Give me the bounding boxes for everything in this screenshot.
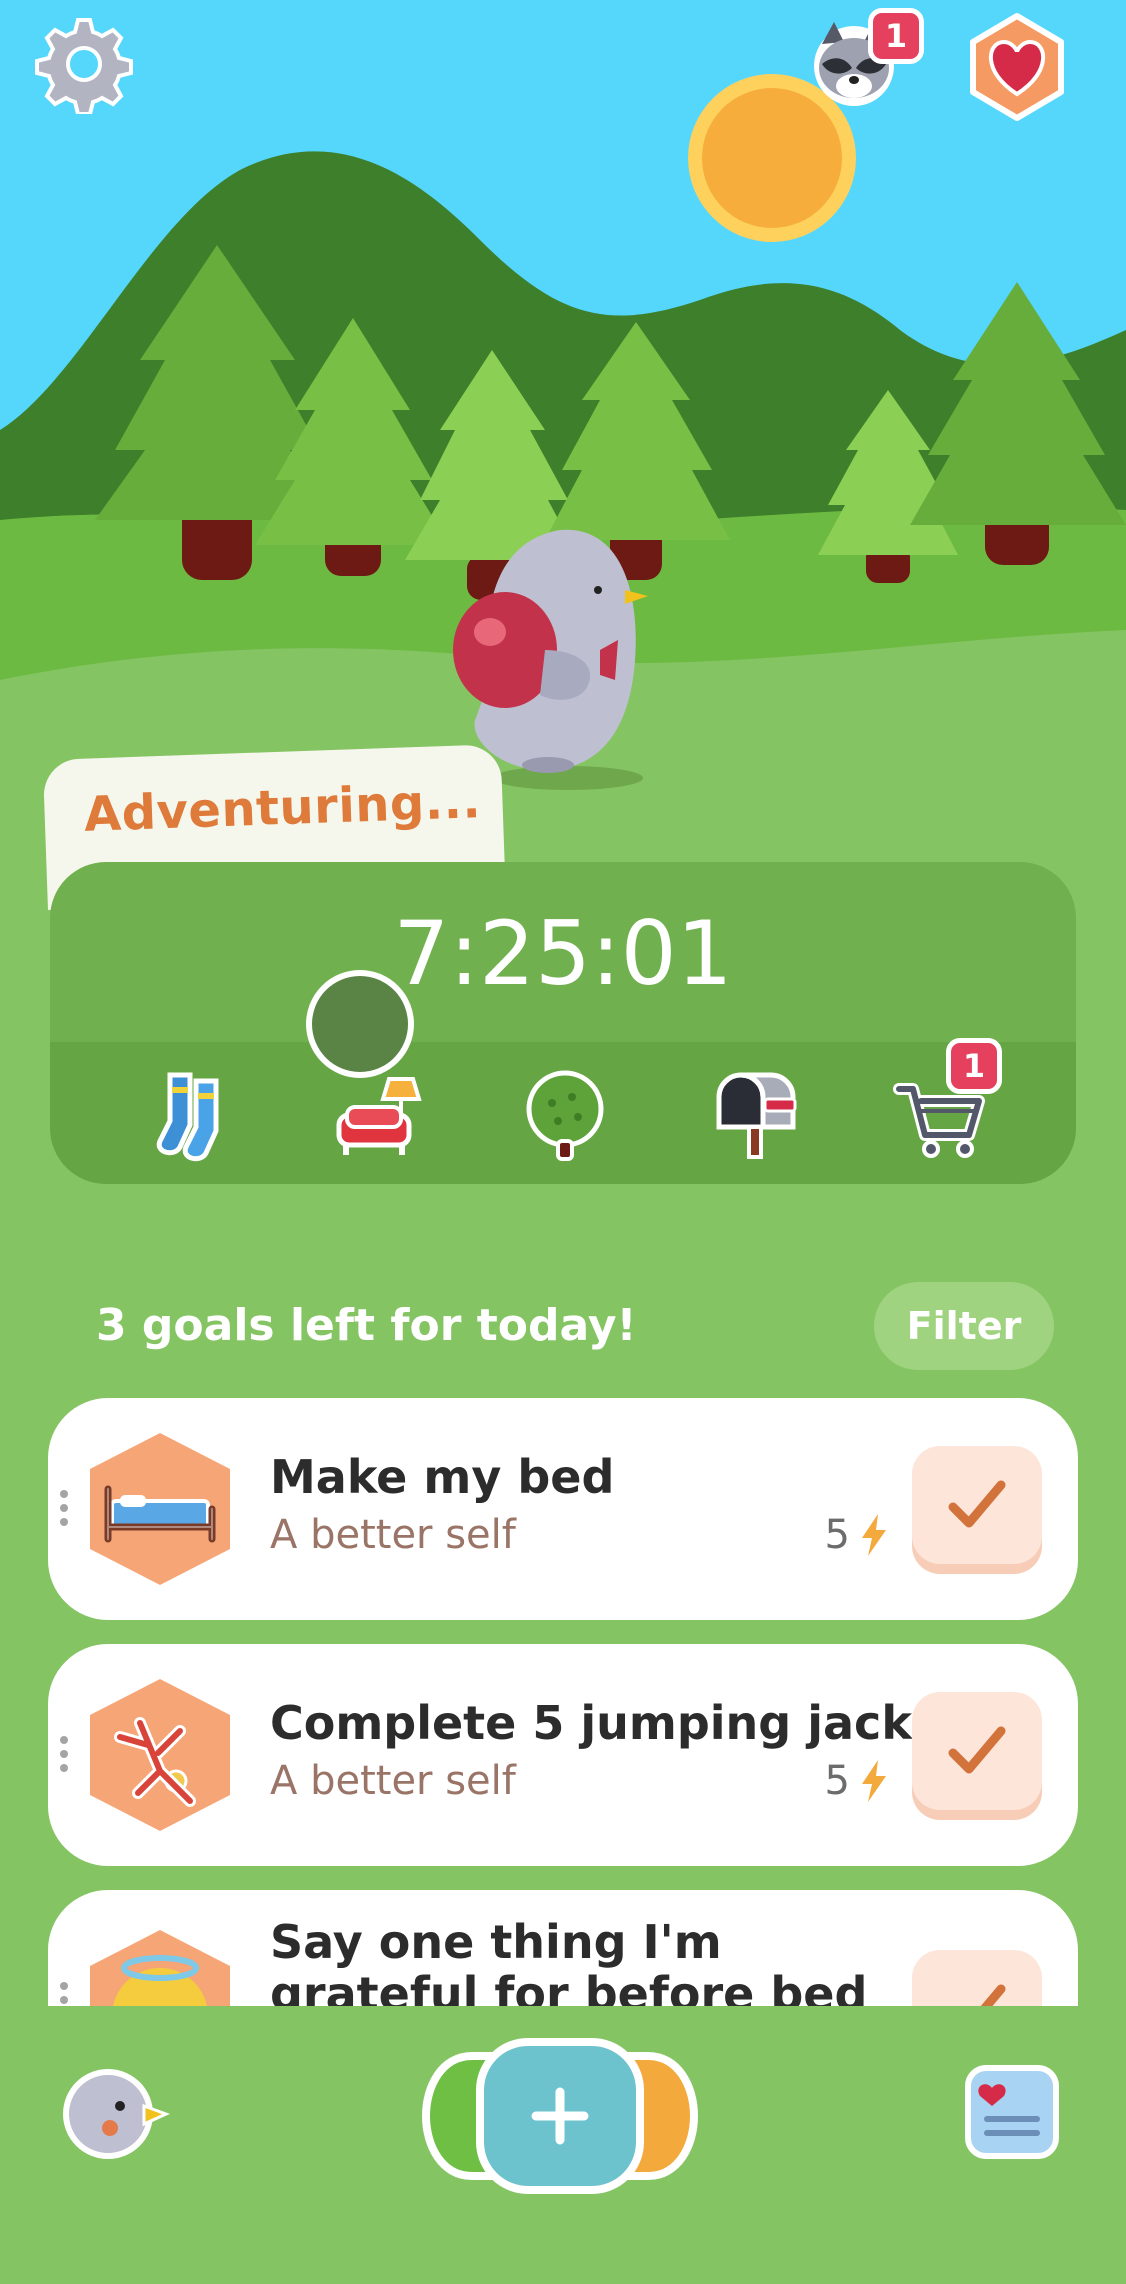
- add-goal-button-group[interactable]: [418, 2036, 702, 2196]
- goal-title: Complete 5 jumping jacks: [270, 1696, 940, 1750]
- goal-title: Say one thing I'm grateful for before be…: [270, 1915, 868, 2021]
- bed-icon: [90, 1433, 230, 1585]
- lightning-icon: [862, 1760, 886, 1802]
- goal-card[interactable]: Make my bed A better self 5: [48, 1398, 1078, 1620]
- gear-icon: [35, 18, 133, 116]
- plus-icon: [531, 2087, 589, 2145]
- goal-points: 5: [825, 1758, 888, 1804]
- goal-points-value: 5: [824, 1512, 850, 1558]
- socks-icon: [156, 1072, 219, 1162]
- couch-lamp-icon: [336, 1077, 422, 1155]
- stop-tree[interactable]: [510, 1062, 620, 1172]
- goal-category: A better self: [270, 1758, 516, 1804]
- mailbox-icon: [716, 1072, 797, 1159]
- stop-shop[interactable]: 1: [886, 1038, 1002, 1172]
- goal-title: Make my bed: [270, 1450, 615, 1504]
- complete-goal-button[interactable]: [912, 1446, 1042, 1564]
- drag-handle[interactable]: [60, 1490, 68, 1532]
- journal-icon: [965, 2065, 1059, 2159]
- heart-button[interactable]: [962, 12, 1072, 122]
- profile-button[interactable]: [60, 2066, 170, 2162]
- goals-remaining-heading: 3 goals left for today!: [96, 1300, 637, 1351]
- drag-handle[interactable]: [60, 1736, 68, 1778]
- goal-points: 5: [825, 1512, 888, 1558]
- adventure-panel: 7:25:01 1: [50, 862, 1076, 1184]
- complete-goal-button[interactable]: [912, 1692, 1042, 1810]
- shop-notification-badge: 1: [946, 1038, 1002, 1094]
- friend-raccoon-button[interactable]: 1: [804, 8, 924, 114]
- checkmark-icon: [948, 1726, 1006, 1774]
- pigeon-avatar-icon: [63, 2069, 170, 2159]
- jumping-jacks-icon: [90, 1679, 230, 1831]
- goal-category: A better self: [270, 1512, 516, 1558]
- lightning-icon: [862, 1514, 886, 1556]
- settings-button[interactable]: [34, 14, 134, 116]
- adventure-timer: 7:25:01: [393, 902, 733, 1005]
- stop-mailbox[interactable]: [700, 1062, 810, 1172]
- friend-notification-badge: 1: [868, 8, 924, 64]
- stop-couch[interactable]: [324, 1062, 434, 1172]
- checkmark-icon: [948, 1480, 1006, 1528]
- goal-points-value: 5: [824, 1758, 850, 1804]
- bottom-navigation: [0, 2006, 1126, 2284]
- heart-icon: [970, 13, 1064, 121]
- filter-button[interactable]: Filter: [874, 1282, 1054, 1370]
- goal-card[interactable]: Complete 5 jumping jacks A better self 5: [48, 1644, 1078, 1866]
- journal-button[interactable]: [962, 2062, 1062, 2162]
- stop-socks[interactable]: [138, 1062, 248, 1172]
- tree-icon: [526, 1070, 604, 1161]
